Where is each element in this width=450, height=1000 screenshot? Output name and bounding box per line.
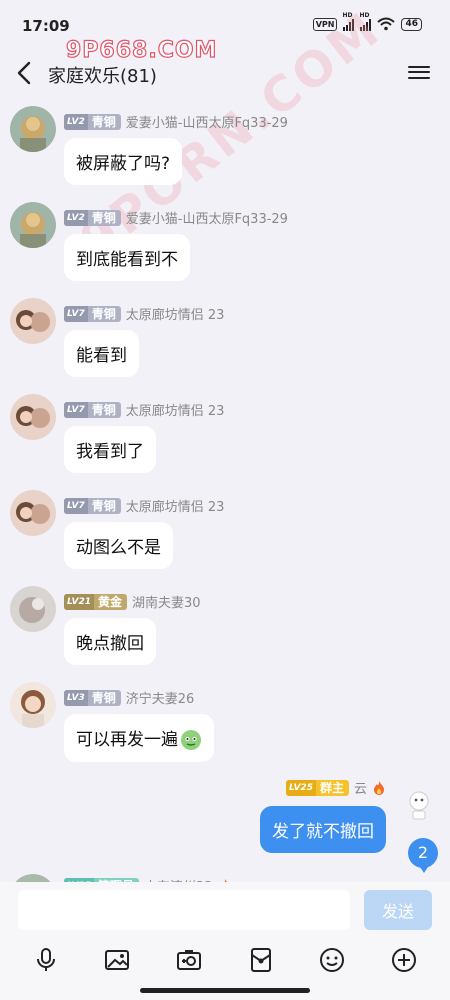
sender-meta: LV7 青铜 太原廊坊情侣 23 bbox=[64, 304, 224, 323]
message-item: LV3 青铜 济宁夫妻26 可以再发一遍 bbox=[0, 682, 450, 778]
level-badge: LV21 黄金 bbox=[64, 593, 128, 610]
avatar[interactable] bbox=[10, 490, 56, 536]
status-time: 17:09 bbox=[22, 17, 70, 35]
status-bar: 17:09 VPN HD HD 46 bbox=[0, 0, 450, 36]
avatar[interactable] bbox=[10, 394, 56, 440]
red-packet-icon[interactable] bbox=[246, 945, 276, 975]
chat-title: 家庭欢乐(81) bbox=[48, 66, 157, 87]
sender-name: 太原廊坊情侣 23 bbox=[125, 404, 225, 419]
avatar[interactable] bbox=[10, 106, 56, 152]
home-indicator[interactable] bbox=[140, 988, 310, 993]
message-bubble[interactable]: 到底能看到不 bbox=[64, 234, 190, 281]
sender-meta: LV7 青铜 太原廊坊情侣 23 bbox=[64, 496, 224, 515]
avatar[interactable] bbox=[10, 586, 56, 632]
message-item: LV21 黄金 湖南夫妻30 晚点撤回 bbox=[0, 586, 450, 682]
avatar[interactable] bbox=[10, 202, 56, 248]
signal-icon: HD bbox=[342, 12, 355, 31]
my-avatar[interactable] bbox=[406, 790, 432, 820]
level-badge: LV7 青铜 bbox=[64, 401, 121, 418]
chevron-left-icon[interactable] bbox=[14, 60, 36, 86]
message-item: LV2 青铜 爱妻小猫-山西太原Fq33-29 被屏蔽了吗? bbox=[0, 106, 450, 202]
my-sender-meta: LV25 群主 云 bbox=[285, 778, 386, 797]
sender-meta: LV2 青铜 爱妻小猫-山西太原Fq33-29 bbox=[64, 112, 288, 131]
emoji-icon[interactable] bbox=[317, 945, 347, 975]
signal-icon: HD bbox=[359, 12, 372, 31]
input-toolbar bbox=[0, 942, 450, 978]
send-button[interactable]: 发送 bbox=[364, 890, 432, 930]
avatar[interactable] bbox=[10, 298, 56, 344]
image-icon[interactable] bbox=[102, 945, 132, 975]
sender-name: 爱妻小猫-山西太原Fq33-29 bbox=[125, 116, 288, 131]
my-message-bubble[interactable]: 发了就不撤回 bbox=[260, 806, 386, 853]
message-item: LV2 青铜 爱妻小猫-山西太原Fq33-29 到底能看到不 bbox=[0, 202, 450, 298]
sender-name: 太原廊坊情侣 23 bbox=[125, 500, 225, 515]
message-bubble[interactable]: 被屏蔽了吗? bbox=[64, 138, 183, 185]
message-bubble[interactable]: 晚点撤回 bbox=[64, 618, 156, 665]
message-bubble[interactable]: 能看到 bbox=[64, 330, 139, 377]
avatar[interactable] bbox=[10, 682, 56, 728]
camera-icon[interactable] bbox=[174, 945, 204, 975]
message-item: LV7 青铜 太原廊坊情侣 23 我看到了 bbox=[0, 394, 450, 490]
chat-header: 家庭欢乐(81) bbox=[0, 52, 450, 94]
owner-badge: LV25 群主 bbox=[285, 779, 349, 796]
message-item: LV7 青铜 太原廊坊情侣 23 能看到 bbox=[0, 298, 450, 394]
sender-name: 济宁夫妻26 bbox=[125, 692, 195, 707]
sender-name: 爱妻小猫-山西太原Fq33-29 bbox=[125, 212, 288, 227]
my-name: 云 bbox=[353, 782, 367, 797]
message-bubble[interactable]: 动图么不是 bbox=[64, 522, 173, 569]
flame-icon bbox=[374, 780, 384, 795]
battery-icon: 46 bbox=[401, 17, 422, 31]
sender-name: 湖南夫妻30 bbox=[132, 596, 201, 611]
level-badge: LV7 青铜 bbox=[64, 305, 121, 322]
message-bubble[interactable]: 可以再发一遍 bbox=[64, 714, 214, 762]
sender-meta: LV7 青铜 太原廊坊情侣 23 bbox=[64, 400, 224, 419]
level-badge: LV2 青铜 bbox=[64, 113, 121, 130]
vpn-icon: VPN bbox=[312, 17, 338, 31]
message-input[interactable] bbox=[18, 890, 350, 930]
level-badge: LV7 青铜 bbox=[64, 497, 121, 514]
sender-meta: LV21 黄金 湖南夫妻30 bbox=[64, 592, 201, 611]
status-icons: VPN HD HD 46 bbox=[312, 12, 422, 31]
sticker-face-icon bbox=[181, 730, 201, 750]
sender-name: 太原廊坊情侣 23 bbox=[125, 308, 225, 323]
hamburger-menu-icon[interactable] bbox=[408, 62, 430, 84]
level-badge: LV2 青铜 bbox=[64, 209, 121, 226]
sender-meta: LV2 青铜 爱妻小猫-山西太原Fq33-29 bbox=[64, 208, 288, 227]
message-item: LV7 青铜 太原廊坊情侣 23 动图么不是 bbox=[0, 490, 450, 586]
sender-meta: LV3 青铜 济宁夫妻26 bbox=[64, 688, 194, 707]
plus-icon[interactable] bbox=[389, 945, 419, 975]
unread-badge[interactable]: 2 bbox=[408, 838, 438, 873]
microphone-icon[interactable] bbox=[31, 945, 61, 975]
input-bar: 发送 bbox=[0, 882, 450, 1000]
wifi-icon bbox=[377, 17, 396, 31]
message-bubble[interactable]: 我看到了 bbox=[64, 426, 156, 473]
level-badge: LV3 青铜 bbox=[64, 689, 121, 706]
